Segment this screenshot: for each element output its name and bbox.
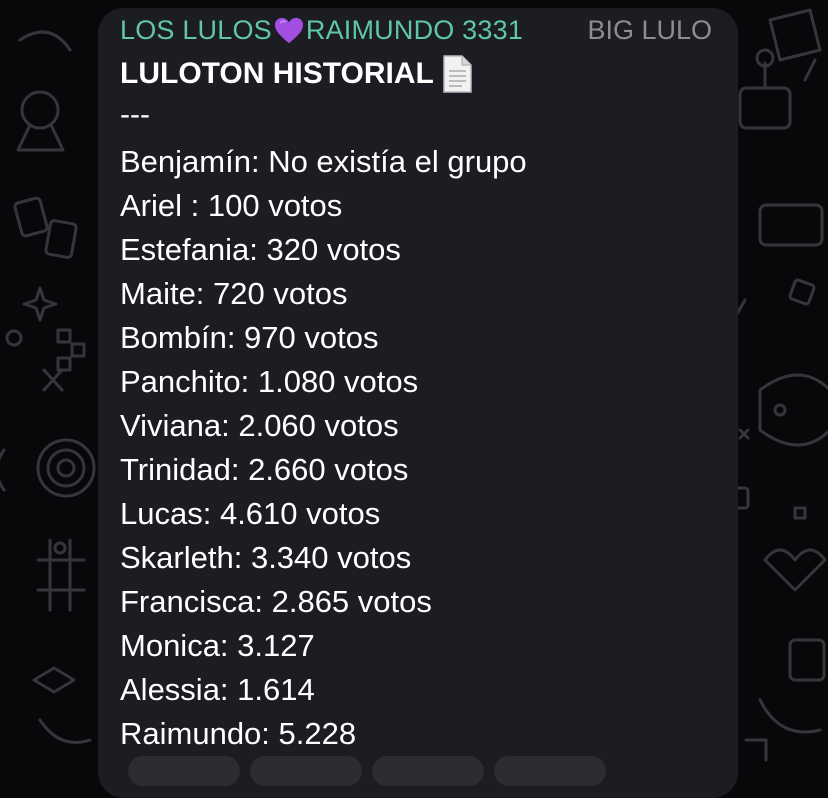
reaction-bar	[128, 756, 606, 786]
reaction-pill[interactable]	[372, 756, 484, 786]
vote-history-line: Estefania: 320 votos	[120, 232, 401, 267]
vote-history-line: Viviana: 2.060 votos	[120, 408, 399, 443]
member-title-badge: BIG LULO	[587, 15, 712, 45]
vote-history-line: Lucas: 4.610 votos	[120, 496, 381, 531]
reaction-pill[interactable]	[494, 756, 606, 786]
vote-history-line: Alessia: 1.614	[120, 672, 315, 707]
reaction-pill[interactable]	[250, 756, 362, 786]
message-title: LULOTON HISTORIAL	[120, 57, 434, 90]
sender-name[interactable]: LOS LULOS RAIMUNDO 3331	[120, 15, 523, 46]
sender-name-suffix: RAIMUNDO 3331	[305, 15, 524, 45]
reaction-pill[interactable]	[128, 756, 240, 786]
vote-history-line: Maite: 720 votos	[120, 276, 348, 311]
vote-history-line: Skarleth: 3.340 votos	[120, 540, 412, 575]
vote-history-line: Ariel : 100 votos	[120, 188, 343, 223]
vote-history-list: Benjamín: No existía el grupo Ariel : 10…	[120, 140, 527, 756]
sender-name-prefix: LOS LULOS	[120, 15, 272, 45]
vote-history-line: Raimundo: 5.228	[120, 716, 357, 751]
vote-history-line: Francisca: 2.865 votos	[120, 584, 432, 619]
vote-history-line: Benjamín: No existía el grupo	[120, 144, 527, 179]
vote-history-line: Trinidad: 2.660 votos	[120, 452, 409, 487]
vote-history-line: Bombín: 970 votos	[120, 320, 379, 355]
page-document-icon	[443, 55, 472, 93]
purple-heart-icon	[274, 17, 303, 43]
vote-history-line: Panchito: 1.080 votos	[120, 364, 419, 399]
vote-history-line: Monica: 3.127	[120, 628, 315, 663]
message-title-row: LULOTON HISTORIAL	[120, 54, 474, 94]
message-separator: ---	[120, 98, 150, 131]
